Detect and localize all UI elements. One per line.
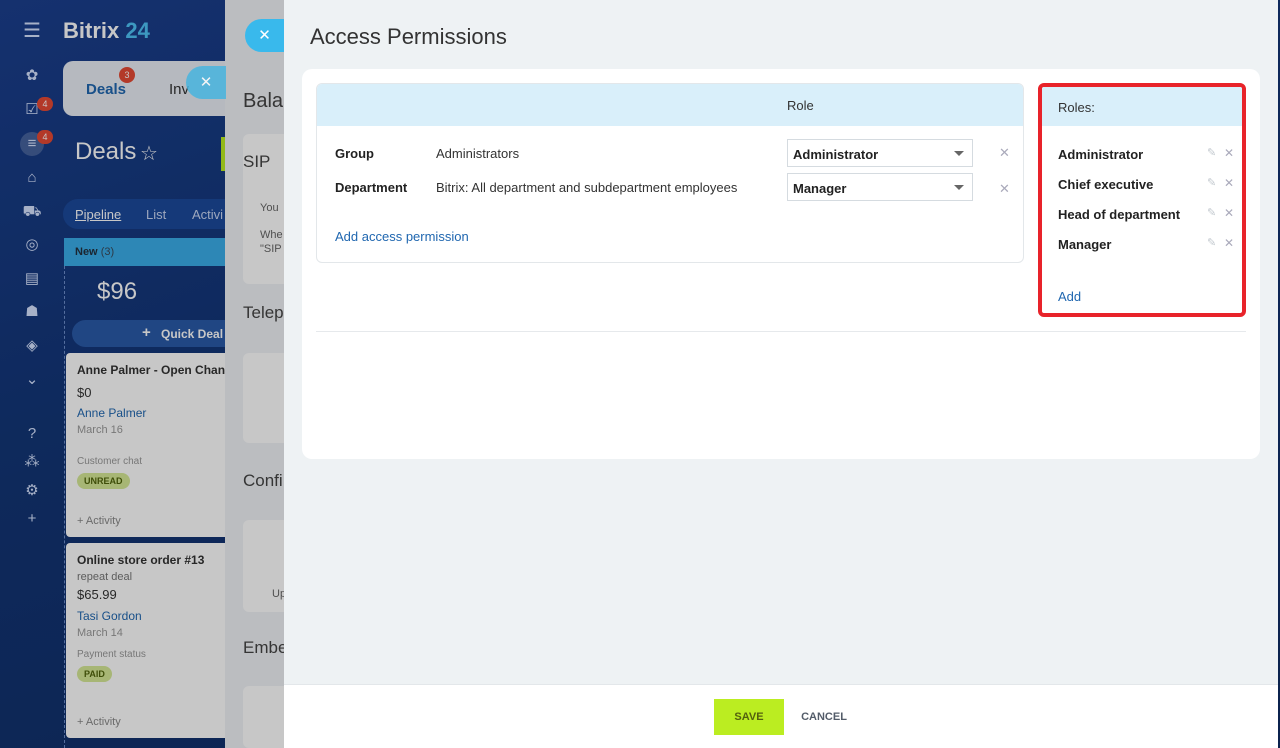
permission-type: Group xyxy=(335,146,374,161)
role-item: Administrator ✎ ✕ xyxy=(1058,145,1238,165)
close-underlying-slider-button[interactable]: ✕ xyxy=(186,66,226,99)
role-select-value: Administrator xyxy=(793,147,879,162)
role-name: Head of department xyxy=(1058,207,1181,222)
access-permissions-table: Role Group Administrators Administrator … xyxy=(316,83,1024,263)
role-select[interactable]: Administrator xyxy=(787,139,973,167)
chevron-down-icon xyxy=(954,185,964,190)
add-role-link[interactable]: Add xyxy=(1058,289,1081,304)
roles-header: Roles: xyxy=(1042,87,1242,126)
permissions-header: Role xyxy=(317,84,1023,126)
delete-x-icon[interactable]: ✕ xyxy=(1224,206,1234,220)
close-icon: ✕ xyxy=(258,27,271,44)
pencil-icon[interactable]: ✎ xyxy=(1207,206,1216,219)
roles-panel: Roles: Administrator ✎ ✕ Chief executive… xyxy=(1038,83,1246,317)
pencil-icon[interactable]: ✎ xyxy=(1207,236,1216,249)
permission-row: Group Administrators Administrator ✕ xyxy=(317,139,1023,167)
pencil-icon[interactable]: ✎ xyxy=(1207,176,1216,189)
access-permissions-slider: Access Permissions Role Group Administra… xyxy=(284,0,1278,748)
permission-type: Department xyxy=(335,180,408,195)
permissions-card: Role Group Administrators Administrator … xyxy=(302,69,1260,459)
delete-permission-icon[interactable]: ✕ xyxy=(999,145,1010,161)
role-select-value: Manager xyxy=(793,181,847,196)
add-access-permission-link[interactable]: Add access permission xyxy=(335,229,469,244)
delete-x-icon[interactable]: ✕ xyxy=(1224,146,1234,160)
close-icon: ✕ xyxy=(199,74,213,91)
divider xyxy=(316,331,1246,332)
role-item: Manager ✎ ✕ xyxy=(1058,235,1238,255)
slider-footer: SAVE CANCEL xyxy=(284,684,1278,748)
role-name: Manager xyxy=(1058,237,1112,252)
delete-permission-icon[interactable]: ✕ xyxy=(999,181,1010,197)
pencil-icon[interactable]: ✎ xyxy=(1207,146,1216,159)
chevron-down-icon xyxy=(954,151,964,156)
permission-subject: Administrators xyxy=(436,146,520,161)
role-name: Chief executive xyxy=(1058,177,1154,192)
slider-title: Access Permissions xyxy=(310,24,507,49)
close-slider-button[interactable]: ✕ xyxy=(245,19,284,52)
roles-header-label: Roles: xyxy=(1058,100,1095,115)
role-column-header: Role xyxy=(787,98,814,113)
role-name: Administrator xyxy=(1058,147,1144,162)
role-select[interactable]: Manager xyxy=(787,173,973,201)
role-item: Head of department ✎ ✕ xyxy=(1058,205,1238,225)
delete-x-icon[interactable]: ✕ xyxy=(1224,176,1234,190)
cancel-button[interactable]: CANCEL xyxy=(794,699,854,735)
permission-subject: Bitrix: All department and subdepartment… xyxy=(436,180,738,195)
permission-row: Department Bitrix: All department and su… xyxy=(317,173,1023,201)
save-button[interactable]: SAVE xyxy=(714,699,784,735)
role-item: Chief executive ✎ ✕ xyxy=(1058,175,1238,195)
delete-x-icon[interactable]: ✕ xyxy=(1224,236,1234,250)
